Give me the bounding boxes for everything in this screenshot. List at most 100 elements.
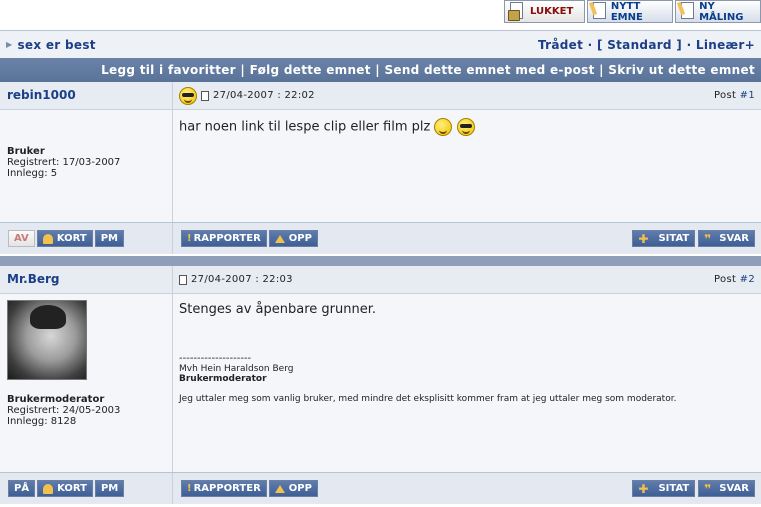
signature-separator: -------------------- (179, 353, 252, 364)
reply-button[interactable]: ❞ SVAR (698, 480, 755, 497)
follow-topic-link[interactable]: Følg dette emnet (250, 63, 371, 77)
post-label: Post (714, 274, 737, 285)
up-button[interactable]: OPP (268, 480, 318, 497)
separator: | (599, 63, 604, 77)
separator: | (240, 63, 246, 77)
up-button[interactable]: OPP (268, 230, 318, 247)
person-icon (43, 483, 54, 494)
print-topic-link[interactable]: Skriv ut dette emnet (608, 63, 755, 77)
post-author[interactable]: rebin1000 (0, 82, 173, 109)
reply-label: SVAR (719, 233, 749, 244)
profile-card-button[interactable]: KORT (36, 230, 93, 247)
new-topic-button[interactable]: NYTT EMNE (587, 0, 673, 23)
post-number-link[interactable]: #1 (740, 90, 755, 101)
post-meta: 27/04-2007 : 22:02 Post #1 (173, 82, 761, 109)
author-registered: Registrert: 24/05-2003 (7, 405, 121, 416)
report-label: RAPPORTER (193, 233, 261, 244)
post-label: Post (714, 90, 737, 101)
thread-title-text: sex er best (17, 37, 96, 52)
profile-card-button[interactable]: KORT (37, 480, 93, 497)
cool-smiley-icon (456, 118, 475, 136)
profile-card-label: KORT (56, 233, 87, 244)
author-info: Bruker Registrert: 17/03-2007 Innlegg: 5 (0, 110, 173, 222)
reply-label: SVAR (719, 483, 749, 494)
up-label: OPP (288, 233, 312, 244)
post-body: Brukermoderator Registrert: 24/05-2003 I… (0, 294, 761, 472)
bullet-icon: ▶ (6, 40, 13, 49)
post-date: 27/04-2007 : 22:03 (191, 274, 293, 285)
post-content: Stenges av åpenbare grunner. -----------… (173, 294, 761, 472)
thread-title: ▶ sex er best (6, 38, 96, 52)
post-divider (0, 256, 761, 266)
new-topic-label: NYTT EMNE (610, 0, 643, 23)
quote-mark-icon: ❞ (704, 231, 712, 246)
post-author[interactable]: Mr.Berg (0, 266, 173, 293)
quote-label: SITAT (658, 483, 690, 494)
report-button[interactable]: ! RAPPORTER (181, 230, 267, 247)
locked-doc-icon (508, 2, 524, 21)
signature-note: Jeg uttaler meg som vanlig bruker, med m… (179, 394, 677, 404)
post-doc-icon (179, 274, 187, 285)
new-topic-doc-icon (591, 2, 606, 21)
post-body: Bruker Registrert: 17/03-2007 Innlegg: 5… (0, 110, 761, 222)
author-post-count: Innlegg: 8128 (7, 416, 77, 427)
post-number: Post #2 (714, 274, 755, 285)
new-poll-doc-icon (679, 2, 695, 21)
author-role: Bruker (7, 146, 45, 157)
online-status-button[interactable]: AV (8, 230, 35, 247)
author-registered: Registrert: 17/03-2007 (7, 157, 121, 168)
pm-button[interactable]: PM (94, 230, 124, 247)
pm-button[interactable]: PM (94, 480, 125, 497)
smile-smiley-icon (434, 118, 453, 136)
email-topic-link[interactable]: Send dette emnet med e-post (384, 63, 594, 77)
cool-smiley-icon (179, 86, 197, 105)
author-role: Brukermoderator (7, 394, 105, 405)
author-info: Brukermoderator Registrert: 24/05-2003 I… (0, 294, 173, 472)
person-icon (42, 233, 53, 244)
profile-card-label: KORT (57, 483, 87, 494)
arrow-up-icon (274, 484, 285, 493)
online-status-button[interactable]: PÅ (8, 480, 36, 497)
post-number-link[interactable]: #2 (740, 274, 755, 285)
thread-actions-bar: Legg til i favoritter | Følg dette emnet… (0, 58, 761, 82)
topic-toolbar: LUKKET NYTT EMNE NY MÅLING (504, 0, 761, 24)
plus-icon: ✚ (638, 481, 649, 496)
signature-name: Mvh Hein Haraldson Berg (179, 364, 294, 374)
signature-role: Brukermoderator (179, 374, 267, 384)
alert-icon: ! (187, 233, 192, 244)
author-post-count: Innlegg: 5 (7, 168, 58, 179)
post-footer: PÅ KORT PM ! RAPPORTER OPP ✚ SITAT ❞ SVAR (0, 472, 761, 504)
locked-button[interactable]: LUKKET (504, 0, 585, 23)
quote-label: SITAT (658, 233, 690, 244)
post-date: 27/04-2007 : 22:02 (213, 90, 315, 101)
alert-icon: ! (187, 483, 192, 494)
post-header: Mr.Berg 27/04-2007 : 22:03 Post #2 (0, 266, 761, 294)
up-label: OPP (288, 483, 312, 494)
new-poll-button[interactable]: NY MÅLING (675, 0, 761, 23)
reply-button[interactable]: ❞ SVAR (698, 230, 755, 247)
post-1: rebin1000 27/04-2007 : 22:02 Post #1 Bru… (0, 82, 761, 254)
report-button[interactable]: ! RAPPORTER (181, 480, 267, 497)
post-doc-icon (201, 90, 209, 101)
quote-button[interactable]: ✚ SITAT (632, 230, 696, 247)
quote-button[interactable]: ✚ SITAT (632, 480, 696, 497)
post-2: Mr.Berg 27/04-2007 : 22:03 Post #2 Bruke… (0, 266, 761, 504)
report-label: RAPPORTER (193, 483, 261, 494)
post-number: Post #1 (714, 90, 755, 101)
new-poll-label: NY MÅLING (699, 0, 744, 23)
separator: | (375, 63, 380, 77)
locked-label: LUKKET (530, 6, 574, 17)
avatar[interactable] (7, 300, 87, 380)
plus-icon: ✚ (638, 231, 649, 246)
post-text: har noen link til lespe clip eller film … (179, 119, 431, 135)
view-modes[interactable]: Trådet · [ Standard ] · Lineær+ (538, 38, 755, 52)
thread-header: ▶ sex er best Trådet · [ Standard ] · Li… (0, 30, 761, 58)
post-text: Stenges av åpenbare grunner. (179, 302, 376, 317)
post-header: rebin1000 27/04-2007 : 22:02 Post #1 (0, 82, 761, 110)
post-meta: 27/04-2007 : 22:03 Post #2 (173, 266, 761, 293)
arrow-up-icon (274, 234, 285, 243)
add-favorite-link[interactable]: Legg til i favoritter (101, 63, 236, 77)
post-content: har noen link til lespe clip eller film … (173, 110, 761, 222)
quote-mark-icon: ❞ (704, 481, 712, 496)
post-footer: AV KORT PM ! RAPPORTER OPP ✚ SITAT ❞ SVAR (0, 222, 761, 254)
